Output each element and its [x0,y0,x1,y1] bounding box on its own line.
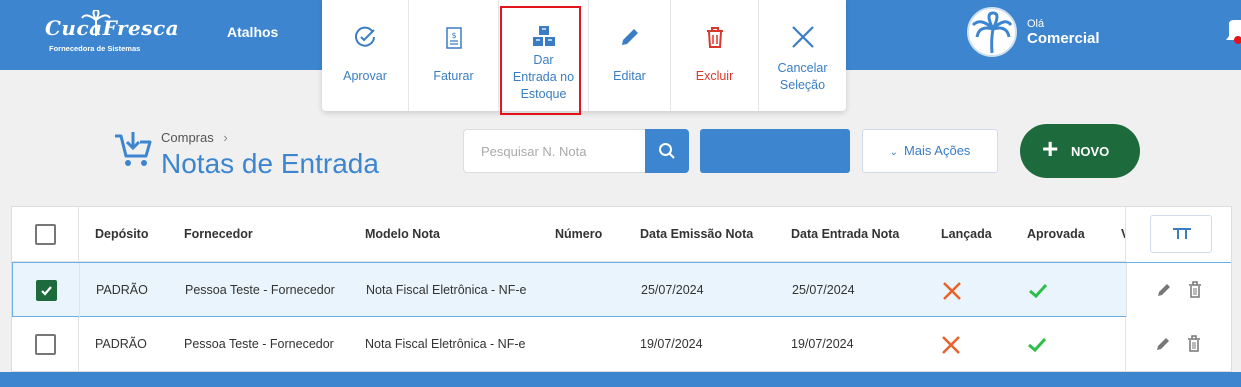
brand-logo[interactable]: CucaFresca Fornecedora de Sistemas [45,10,179,58]
more-actions-label: Mais Ações [903,143,971,158]
table-row[interactable]: PADRÃO Pessoa Teste - Fornecedor Nota Fi… [12,262,1231,318]
delete-button[interactable]: Excluir [671,0,759,111]
check-circle-icon [355,26,375,47]
shortcuts-menu[interactable]: Atalhos [227,24,278,40]
page-title: Notas de Entrada [161,148,379,179]
cancel-selection-label-1: Cancelar [777,61,828,75]
select-all-checkbox[interactable] [35,224,56,245]
cell-modelo: Nota Fiscal Eletrônica - NF-e [365,337,526,351]
checkmark-icon [41,286,52,296]
invoice-icon: $ [445,27,462,49]
stock-entry-label-2: Entrada no [512,70,575,84]
cancel-selection-label-2: Seleção [779,78,826,92]
approve-label: Aprovar [343,69,387,83]
invoice-label: Faturar [433,69,474,83]
new-label: NOVO [1071,144,1110,159]
col-lancada[interactable]: Lançada [941,207,992,262]
selection-action-bar: Aprovar $ Faturar Dar Entrada no Estoque… [322,0,846,111]
table-row[interactable]: PADRÃO Pessoa Teste - Fornecedor Nota Fi… [12,317,1231,371]
cell-emissao: 25/07/2024 [641,283,704,297]
trash-icon[interactable] [1188,281,1202,298]
approve-button[interactable]: Aprovar [322,0,409,111]
boxes-icon [532,26,555,46]
bell-icon[interactable] [1226,20,1241,44]
col-fornecedor[interactable]: Fornecedor [184,207,253,262]
toolbar-blank-button[interactable] [700,129,850,173]
row-checkbox[interactable] [35,334,56,355]
col-entrada[interactable]: Data Entrada Nota [791,207,899,262]
col-aprovada[interactable]: Aprovada [1027,207,1085,262]
new-button[interactable]: + NOVO [1020,124,1140,178]
search-icon [659,143,675,159]
columns-icon [1173,228,1191,239]
cell-entrada: 19/07/2024 [791,337,854,351]
edit-label: Editar [613,69,646,83]
col-deposito[interactable]: Depósito [95,207,148,262]
col-numero[interactable]: Número [555,207,602,262]
col-emissao[interactable]: Data Emissão Nota [640,207,753,262]
trash-icon[interactable] [1187,335,1201,352]
stock-entry-label-3: Estoque [520,87,567,101]
svg-text:$: $ [451,31,456,40]
edit-icon[interactable] [1155,336,1171,352]
edit-button[interactable]: Editar [589,0,671,111]
pencil-icon [621,29,638,45]
select-all-cell [12,207,79,262]
logo-title: CucaFresca [45,16,180,40]
row-select-cell [12,317,79,371]
check-icon [1029,283,1048,299]
col-modelo[interactable]: Modelo Nota [365,207,440,262]
cell-deposito: PADRÃO [95,337,147,351]
search-input[interactable] [463,129,646,173]
more-actions-button[interactable]: ⌄ Mais Ações [862,129,998,173]
invoice-button[interactable]: $ Faturar [409,0,499,111]
cart-download-icon [115,132,152,166]
row-actions-cell [1126,263,1231,318]
actions-header-cell [1125,207,1231,262]
row-select-cell [13,263,80,318]
cell-modelo: Nota Fiscal Eletrônica - NF-e [366,283,527,297]
cell-fornecedor: Pessoa Teste - Fornecedor [184,337,334,351]
columns-toggle-button[interactable] [1150,215,1212,253]
chevron-down-icon: ⌄ [889,147,898,158]
cross-icon [943,282,961,300]
palm-avatar-icon [971,11,1013,54]
trash-icon [706,27,723,48]
user-name[interactable]: Comercial [1027,30,1100,47]
cell-emissao: 19/07/2024 [640,337,703,351]
edit-icon[interactable] [1156,282,1172,298]
cell-fornecedor: Pessoa Teste - Fornecedor [185,283,335,297]
breadcrumb-item[interactable]: Compras [161,130,214,145]
user-avatar[interactable] [967,7,1017,57]
cross-icon [942,336,960,354]
check-icon [1028,337,1047,353]
logo-subtitle: Fornecedora de Sistemas [49,44,141,53]
chevron-right-icon: › [223,130,228,145]
stock-entry-button[interactable]: Dar Entrada no Estoque [499,0,589,111]
breadcrumb[interactable]: Compras › [161,130,228,145]
plus-icon: + [1042,133,1059,164]
notes-table: Depósito Fornecedor Modelo Nota Número D… [11,206,1232,372]
delete-label: Excluir [695,69,734,83]
row-actions-cell [1125,317,1231,371]
cell-deposito: PADRÃO [96,283,148,297]
row-checkbox[interactable] [36,280,57,301]
table-header-row: Depósito Fornecedor Modelo Nota Número D… [12,207,1231,262]
user-greeting: Olá [1027,18,1045,30]
cell-entrada: 25/07/2024 [792,283,855,297]
close-icon [791,26,814,48]
cancel-selection-button[interactable]: Cancelar Seleção [759,0,846,111]
stock-entry-label-1: Dar [533,53,554,67]
search-button[interactable] [645,129,689,173]
bottom-bar [0,372,1241,387]
